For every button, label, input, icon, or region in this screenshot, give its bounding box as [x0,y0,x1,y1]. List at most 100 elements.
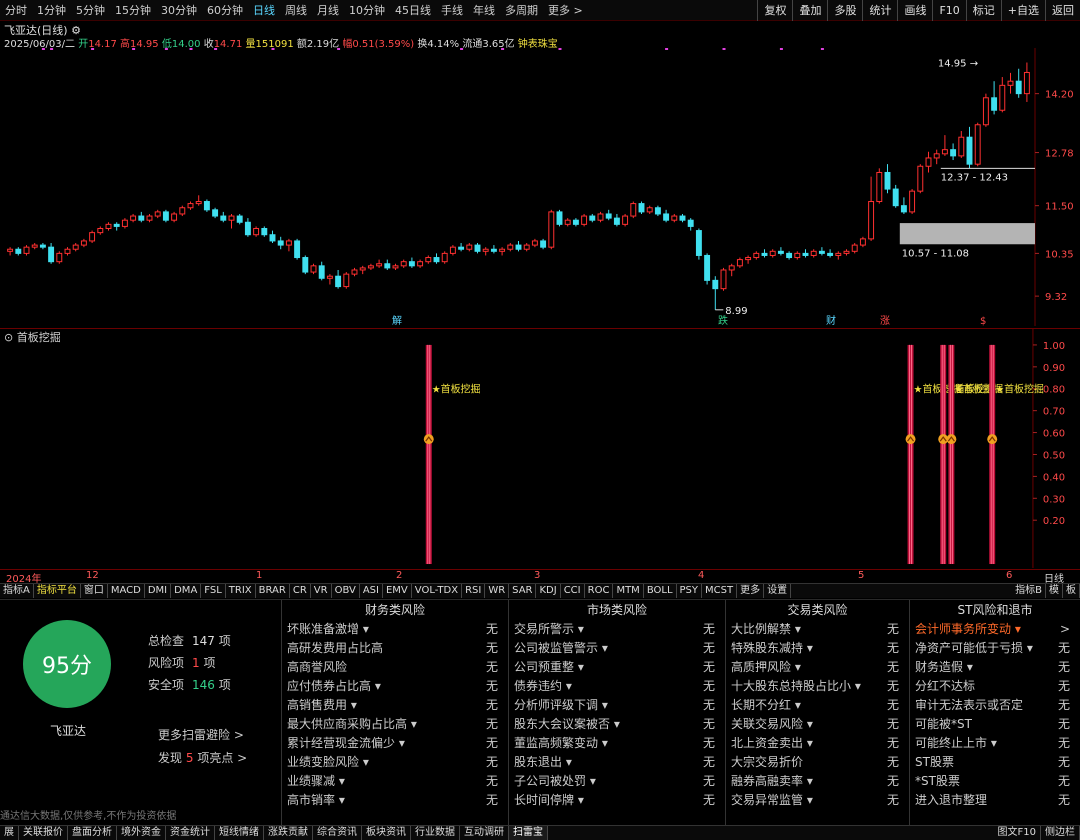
tab-brar[interactable]: BRAR [256,584,290,598]
tab-mtm[interactable]: MTM [613,584,644,598]
period-6[interactable]: 日线 [248,0,280,21]
tab-trix[interactable]: TRIX [226,584,256,598]
toolbar-button-3[interactable]: 统计 [862,0,897,21]
risk-row[interactable]: 应付债券占比高 ▾ 无 [282,677,508,696]
status-tab-0[interactable]: 展 [0,826,19,840]
tab-vol-tdx[interactable]: VOL-TDX [412,584,463,598]
tab-vr[interactable]: VR [311,584,332,598]
period-8[interactable]: 月线 [312,0,344,21]
risk-row[interactable]: 公司被监管警示 ▾ 无 [509,639,725,658]
risk-row[interactable]: 坏账准备激增 ▾ 无 [282,620,508,639]
tab-asi[interactable]: ASI [360,584,383,598]
toolbar-button-7[interactable]: +自选 [1000,0,1045,21]
period-5[interactable]: 60分钟 [202,0,248,21]
tab-设置[interactable]: 设置 [764,584,792,598]
risk-row[interactable]: ST股票 无 [910,753,1080,772]
tab-obv[interactable]: OBV [332,584,360,598]
risk-row[interactable]: 进入退市整理 无 [910,791,1080,810]
risk-row[interactable]: 最大供应商采购占比高 ▾ 无 [282,715,508,734]
status-right-1[interactable]: 侧边栏 [1041,826,1080,840]
period-12[interactable]: 年线 [468,0,500,21]
indicator-title[interactable]: ⊙ 首板挖掘 [4,329,61,345]
status-right-0[interactable]: 图文F10 [994,826,1041,840]
risk-row[interactable]: 北上资金卖出 ▾ 无 [726,734,909,753]
risk-row[interactable]: 大比例解禁 ▾ 无 [726,620,909,639]
period-13[interactable]: 多周期 [500,0,543,21]
risk-row[interactable]: 会计师事务所变动 ▾ > [910,620,1080,639]
period-11[interactable]: 手线 [436,0,468,21]
risk-row[interactable]: 特殊股东减持 ▾ 无 [726,639,909,658]
period-9[interactable]: 10分钟 [344,0,390,21]
period-10[interactable]: 45日线 [390,0,436,21]
period-1[interactable]: 1分钟 [32,0,71,21]
period-3[interactable]: 15分钟 [110,0,156,21]
risk-row[interactable]: 长期不分红 ▾ 无 [726,696,909,715]
period-4[interactable]: 30分钟 [156,0,202,21]
risk-row[interactable]: 子公司被处罚 ▾ 无 [509,772,725,791]
risk-row[interactable]: 股东退出 ▾ 无 [509,753,725,772]
risk-row[interactable]: 大宗交易折价 无 [726,753,909,772]
risk-row[interactable]: 可能终止上市 ▾ 无 [910,734,1080,753]
indicator-chart[interactable]: 1.00 0.90 0.80 0.70 0.60 0.50 0.40 0.30 0.20 ★首板挖… [0,328,1080,568]
risk-row[interactable]: 分红不达标 无 [910,677,1080,696]
highlights-link[interactable]: 发现 5 项亮点 > [158,749,247,766]
period-0[interactable]: 分时 [0,0,32,21]
tab-wr[interactable]: WR [485,584,510,598]
risk-row[interactable]: 十大股东总持股占比小 ▾ 无 [726,677,909,696]
risk-row[interactable]: 关联交易风险 ▾ 无 [726,715,909,734]
period-14[interactable]: 更多 > [543,0,588,21]
tab-指标平台[interactable]: 指标平台 [34,584,81,598]
risk-row[interactable]: 业绩变脸风险 ▾ 无 [282,753,508,772]
tab-right-1[interactable]: 模 [1046,584,1063,598]
tab-macd[interactable]: MACD [108,584,145,598]
tab-kdj[interactable]: KDJ [536,584,561,598]
status-tab-9[interactable]: 行业数据 [411,826,460,840]
candlestick-chart[interactable]: 14.20 12.78 11.50 10.35 9.32 10.57 - 11.08 12.… [0,48,1080,326]
tab-psy[interactable]: PSY [677,584,703,598]
period-7[interactable]: 周线 [280,0,312,21]
risk-row[interactable]: 长时间停牌 ▾ 无 [509,791,725,810]
risk-row[interactable]: 高商誉风险 无 [282,658,508,677]
tab-boll[interactable]: BOLL [644,584,677,598]
risk-row[interactable]: 高研发费用占比高 无 [282,639,508,658]
risk-row[interactable]: 高市销率 ▾ 无 [282,791,508,810]
status-tab-1[interactable]: 关联报价 [19,826,68,840]
status-tab-8[interactable]: 板块资讯 [362,826,411,840]
toolbar-button-5[interactable]: F10 [932,0,965,21]
toolbar-button-6[interactable]: 标记 [965,0,1001,21]
tab-rsi[interactable]: RSI [462,584,486,598]
risk-row[interactable]: 融券高融卖率 ▾ 无 [726,772,909,791]
tab-cr[interactable]: CR [290,584,311,598]
tab-right-0[interactable]: 指标B [1012,584,1046,598]
risk-row[interactable]: 分析师评级下调 ▾ 无 [509,696,725,715]
tab-right-2[interactable]: 板 [1063,584,1080,598]
status-tab-6[interactable]: 涨跌贡献 [264,826,313,840]
tab-指标a[interactable]: 指标A [0,584,34,598]
tab-emv[interactable]: EMV [383,584,412,598]
status-tab-5[interactable]: 短线情绪 [215,826,264,840]
risk-row[interactable]: 交易异常监管 ▾ 无 [726,791,909,810]
tab-更多[interactable]: 更多 [737,584,765,598]
tab-fsl[interactable]: FSL [201,584,226,598]
tab-窗口[interactable]: 窗口 [81,584,108,598]
tab-sar[interactable]: SAR [509,584,537,598]
toolbar-button-2[interactable]: 多股 [827,0,862,21]
tab-cci[interactable]: CCI [561,584,585,598]
status-tab-7[interactable]: 综合资讯 [313,826,362,840]
risk-row[interactable]: 业绩骤减 ▾ 无 [282,772,508,791]
risk-row[interactable]: 交易所警示 ▾ 无 [509,620,725,639]
tab-dma[interactable]: DMA [171,584,202,598]
tab-dmi[interactable]: DMI [145,584,172,598]
tab-roc[interactable]: ROC [585,584,614,598]
risk-row[interactable]: 累计经营现金流偏少 ▾ 无 [282,734,508,753]
risk-row[interactable]: 净资产可能低于亏损 ▾ 无 [910,639,1080,658]
status-tab-10[interactable]: 互动调研 [460,826,509,840]
status-tab-11[interactable]: 扫雷宝 [509,826,548,840]
status-tab-2[interactable]: 盘面分析 [68,826,117,840]
toolbar-button-8[interactable]: 返回 [1045,0,1080,21]
risk-row[interactable]: 可能被*ST 无 [910,715,1080,734]
tab-mcst[interactable]: MCST [702,584,738,598]
risk-row[interactable]: 债券违约 ▾ 无 [509,677,725,696]
risk-row[interactable]: 股东大会议案被否 ▾ 无 [509,715,725,734]
period-2[interactable]: 5分钟 [71,0,110,21]
